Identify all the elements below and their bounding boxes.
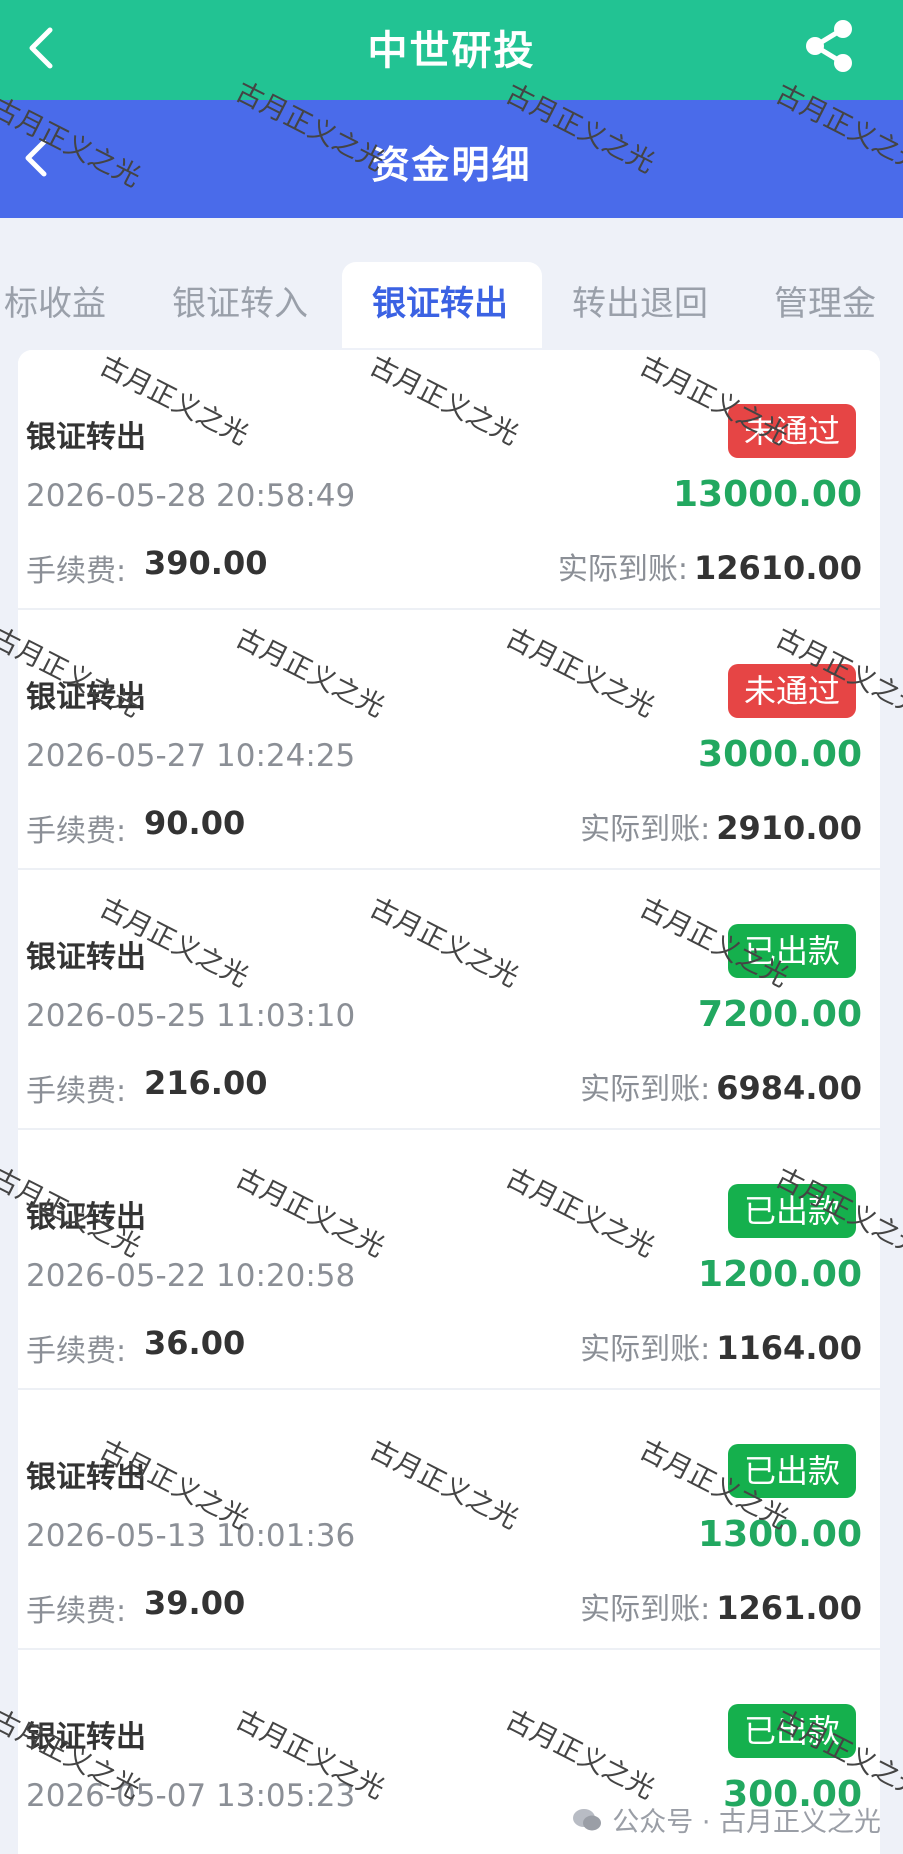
- record-card[interactable]: 银证转出 未通过 2026-05-27 10:24:25 3000.00 手续费…: [18, 610, 880, 870]
- record-amount: 1200.00: [698, 1254, 862, 1295]
- record-card[interactable]: 银证转出 未通过 2026-05-28 20:58:49 13000.00 手续…: [18, 350, 880, 610]
- record-amount: 13000.00: [672, 474, 862, 515]
- record-title: 银证转出: [26, 1460, 146, 1495]
- record-title: 银证转出: [26, 420, 146, 455]
- fee-value: 90.00: [144, 804, 246, 842]
- wechat-icon: [573, 1808, 602, 1830]
- tab-transfer-returned[interactable]: 转出退回: [572, 276, 708, 325]
- record-title: 银证转出: [26, 940, 146, 975]
- tab-transfer-in[interactable]: 银证转入: [172, 276, 308, 325]
- record-card[interactable]: 银证转出 已出款 2026-05-25 11:03:10 7200.00 手续费…: [18, 870, 880, 1130]
- app-title: 中世研投: [367, 28, 536, 74]
- actual-value: 12610.00: [693, 549, 862, 587]
- record-time: 2026-05-07 13:05:23: [26, 1778, 356, 1814]
- tab-transfer-out[interactable]: 银证转出: [372, 276, 508, 325]
- tab-bar: 标收益 银证转入 银证转出 转出退回 管理金: [0, 262, 903, 352]
- record-time: 2026-05-28 20:58:49: [26, 478, 356, 514]
- fee-value: 36.00: [144, 1324, 246, 1362]
- record-amount: 1300.00: [698, 1514, 862, 1555]
- fee-label: 手续费:: [26, 1334, 127, 1369]
- tab-management-fee[interactable]: 管理金: [774, 276, 876, 325]
- record-title: 银证转出: [26, 1200, 146, 1235]
- status-badge: 未通过: [727, 404, 856, 458]
- status-badge: 未通过: [727, 664, 856, 718]
- page-title: 资金明细: [371, 143, 532, 187]
- actual-label: 实际到账:: [580, 1592, 711, 1627]
- actual-label: 实际到账:: [580, 812, 711, 847]
- record-title: 银证转出: [26, 1720, 146, 1755]
- status-badge: 已出款: [727, 1184, 856, 1238]
- status-badge: 已出款: [727, 1704, 856, 1758]
- actual-value: 6984.00: [716, 1069, 862, 1107]
- fee-value: 390.00: [144, 544, 268, 582]
- record-time: 2026-05-25 11:03:10: [26, 998, 356, 1034]
- fee-label: 手续费:: [26, 554, 127, 589]
- actual-received: 实际到账: 1261.00: [580, 1584, 862, 1628]
- actual-received: 实际到账: 1164.00: [580, 1324, 862, 1368]
- record-title: 银证转出: [26, 680, 146, 715]
- actual-label: 实际到账:: [580, 1072, 711, 1107]
- actual-value: 2910.00: [716, 809, 862, 847]
- footer-watermark-text: 公众号 · 古月正义之光: [612, 1807, 881, 1838]
- actual-received: 实际到账: 2910.00: [580, 804, 862, 848]
- actual-label: 实际到账:: [557, 552, 688, 587]
- footer-watermark: 公众号 · 古月正义之光: [572, 1800, 881, 1839]
- actual-received: 实际到账: 6984.00: [580, 1064, 862, 1108]
- fee-value: 216.00: [144, 1064, 268, 1102]
- record-time: 2026-05-22 10:20:58: [26, 1258, 356, 1294]
- status-badge: 已出款: [727, 924, 856, 978]
- record-amount: 3000.00: [698, 734, 862, 775]
- actual-value: 1164.00: [716, 1329, 862, 1367]
- app-header: 中世研投: [0, 0, 903, 100]
- record-card[interactable]: 银证转出 已出款 2026-05-13 10:01:36 1300.00 手续费…: [18, 1390, 880, 1650]
- page-header: 资金明细: [0, 100, 903, 218]
- fee-label: 手续费:: [26, 814, 127, 849]
- actual-received: 实际到账: 12610.00: [558, 544, 862, 588]
- actual-label: 实际到账:: [580, 1332, 711, 1367]
- tab-bid-income[interactable]: 标收益: [4, 276, 106, 325]
- record-amount: 7200.00: [698, 994, 862, 1035]
- fee-label: 手续费:: [26, 1594, 127, 1629]
- record-list: 银证转出 未通过 2026-05-28 20:58:49 13000.00 手续…: [18, 350, 880, 1854]
- record-card[interactable]: 银证转出 已出款 2026-05-22 10:20:58 1200.00 手续费…: [18, 1130, 880, 1390]
- status-badge: 已出款: [727, 1444, 856, 1498]
- fee-label: 手续费:: [26, 1074, 127, 1109]
- record-time: 2026-05-13 10:01:36: [26, 1518, 356, 1554]
- share-icon[interactable]: [799, 16, 859, 76]
- actual-value: 1261.00: [716, 1589, 862, 1627]
- fee-value: 39.00: [144, 1584, 246, 1622]
- record-time: 2026-05-27 10:24:25: [26, 738, 356, 774]
